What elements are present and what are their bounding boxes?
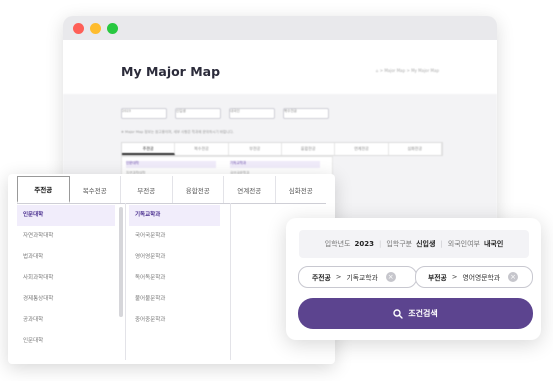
major-type-select[interactable]: 복수전공 (283, 108, 329, 119)
remove-chip-icon[interactable]: × (508, 272, 518, 282)
college-item[interactable]: 법과대학 (17, 247, 115, 268)
divider: | (440, 240, 443, 248)
remove-chip-icon[interactable]: × (385, 272, 396, 282)
college-item[interactable]: 공과대학 (17, 310, 115, 331)
tab-main-major[interactable]: 주전공 (122, 143, 176, 155)
list-item[interactable]: 인문대학 (126, 161, 216, 168)
breadcrumb: ⌂ > Major Map > My Major Map (375, 68, 439, 73)
window-titlebar (63, 16, 497, 40)
tab-double-major[interactable]: 복수전공 (70, 176, 121, 203)
page-title: My Major Map (121, 64, 221, 79)
tab-main-major[interactable]: 주전공 (17, 176, 70, 203)
college-list: 인문대학 자연과학대학 법과대학 사회과학대학 경제통상대학 공과대학 인문대학 (17, 203, 126, 360)
selected-major-chip[interactable]: 주전공 > 기독교학과 × (298, 266, 417, 288)
tab-linked[interactable]: 연계전공 (335, 143, 389, 155)
notice-text: ※ Major Map 정보는 참고용이며, 세부 사항은 학과에 문의하시기 … (121, 130, 234, 134)
chip-major-label: 기독교학과 (346, 274, 378, 282)
selected-minor-chip[interactable]: 부전공 > 영어영문학과 × (415, 266, 533, 288)
tab-convergence[interactable]: 융합전공 (173, 176, 224, 203)
condition-search-button[interactable]: 조건검색 (298, 298, 533, 329)
college-scrollbar[interactable] (119, 207, 123, 317)
chip-major-label: 영어영문학과 (462, 274, 500, 282)
list-item[interactable]: 기독교학과 (230, 161, 320, 168)
foreigner-value: 내국인 (483, 240, 504, 248)
chevron-right-icon: > (451, 273, 458, 281)
breadcrumb-item: My Major Map (411, 68, 439, 73)
filter-card: 입학년도 2023 | 입학구분 신입생 | 외국인여부 내국인 주전공 > 기… (286, 218, 541, 340)
nationality-select[interactable]: 내국인 (229, 108, 275, 119)
major-type-tabs: 주전공 복수전공 부전공 융합전공 연계전공 심화전공 (17, 176, 326, 204)
college-item[interactable]: 자연과학대학 (17, 226, 115, 247)
search-icon (393, 308, 403, 319)
department-item[interactable]: 독어독문학과 (129, 268, 220, 289)
department-item[interactable]: 불어불문학과 (129, 289, 220, 310)
maximize-window-button[interactable] (107, 22, 118, 34)
college-item[interactable]: 인문대학 (17, 331, 115, 352)
tab-minor[interactable]: 부전공 (229, 143, 282, 155)
tab-convergence[interactable]: 융합전공 (282, 143, 336, 155)
admission-type-value: 신입생 (416, 240, 436, 248)
chevron-right-icon: > (335, 273, 342, 281)
tab-linked[interactable]: 연계전공 (224, 176, 276, 203)
department-item[interactable]: 기독교학과 (129, 205, 220, 226)
tab-advanced[interactable]: 심화전공 (276, 176, 327, 203)
chip-type-label: 부전공 (428, 274, 447, 282)
college-item[interactable]: 인문대학 (17, 205, 115, 226)
bg-tab-bar: 주전공 복수전공 부전공 융합전공 연계전공 심화전공 (121, 142, 443, 156)
admission-year-label: 입학년도 (324, 240, 351, 248)
department-list: 기독교학과 국어국문학과 영어영문학과 독어독문학과 불어불문학과 중어중문학과 (126, 203, 231, 360)
year-select[interactable]: 2023 (121, 108, 167, 119)
close-window-button[interactable] (73, 22, 84, 34)
minimize-window-button[interactable] (90, 22, 101, 34)
search-button-label: 조건검색 (408, 309, 438, 318)
divider: | (378, 240, 382, 248)
condition-summary: 입학년도 2023 | 입학구분 신입생 | 외국인여부 내국인 (299, 230, 529, 258)
college-item[interactable]: 사회과학대학 (17, 268, 115, 289)
tab-double-major[interactable]: 복수전공 (175, 143, 229, 155)
chip-type-label: 주전공 (312, 274, 331, 282)
tab-advanced[interactable]: 심화전공 (389, 143, 442, 155)
college-item[interactable]: 경제통상대학 (17, 289, 115, 310)
admission-type-label: 입학구분 (386, 240, 413, 248)
home-icon[interactable]: ⌂ (376, 68, 379, 73)
admission-select[interactable]: 신입생 (175, 108, 221, 119)
breadcrumb-item[interactable]: Major Map (384, 68, 405, 73)
tab-minor[interactable]: 부전공 (121, 176, 173, 203)
selection-columns: 인문대학 자연과학대학 법과대학 사회과학대학 경제통상대학 공과대학 인문대학… (17, 203, 326, 360)
department-item[interactable]: 영어영문학과 (129, 247, 220, 268)
department-item[interactable]: 중어중문학과 (129, 310, 220, 331)
admission-year-value: 2023 (354, 240, 374, 248)
department-item[interactable]: 국어국문학과 (129, 226, 220, 247)
foreigner-label: 외국인여부 (447, 240, 480, 248)
